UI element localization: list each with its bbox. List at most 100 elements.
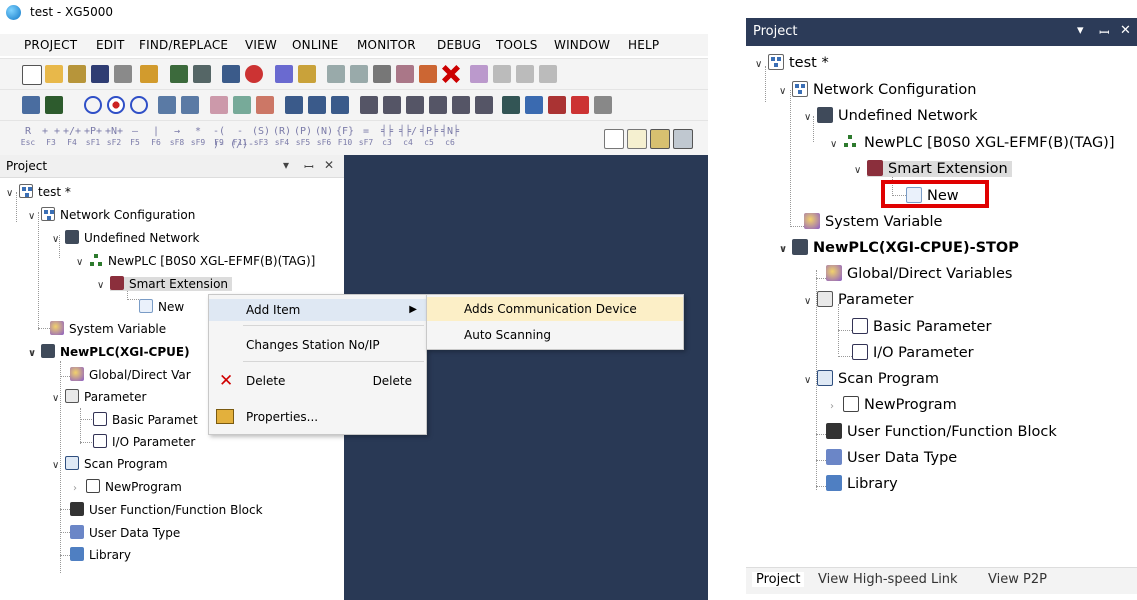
tree-root[interactable]: ∨ test * — [6, 182, 71, 202]
paste-icon[interactable] — [419, 65, 437, 83]
view-table-icon[interactable] — [650, 129, 670, 149]
diagnosis-icon[interactable] — [502, 96, 520, 114]
connect-icon[interactable] — [193, 65, 211, 83]
tree-global-variables[interactable]: Global/Direct Variables — [826, 261, 1012, 287]
chevron-down-icon[interactable]: ∨ — [804, 289, 814, 315]
properties-icon[interactable] — [140, 65, 158, 83]
tab-project[interactable]: Project — [752, 572, 805, 587]
menu-monitor[interactable]: MONITOR — [357, 38, 416, 52]
tree-basic-parameter[interactable]: Basic Paramet — [93, 410, 198, 430]
chevron-down-icon[interactable]: ∨ — [854, 158, 864, 184]
tree-newplc-network[interactable]: ∨ NewPLC [B0S0 XGL-EFMF(B)(TAG)] — [76, 251, 315, 271]
chevron-down-icon[interactable]: ∨ — [28, 207, 38, 227]
chevron-down-icon[interactable]: ∨ — [755, 52, 765, 78]
view-list-icon[interactable] — [673, 129, 693, 149]
menu-find-replace[interactable]: FIND/REPLACE — [139, 38, 228, 52]
menu-debug[interactable]: DEBUG — [437, 38, 481, 52]
menu-tools[interactable]: TOOLS — [496, 38, 538, 52]
fkey-sf3[interactable]: (S) sF3 — [251, 125, 271, 148]
online-connect-icon[interactable] — [22, 96, 40, 114]
menu-window[interactable]: WINDOW — [554, 38, 610, 52]
print-icon[interactable] — [114, 65, 132, 83]
fkey-esc[interactable]: R Esc — [18, 125, 38, 148]
fkey-sf7[interactable]: = sF7 — [356, 125, 376, 148]
tree-user-data-type[interactable]: User Data Type — [826, 445, 957, 471]
chevron-down-icon[interactable]: ∨ — [52, 389, 62, 409]
record-icon[interactable] — [245, 65, 263, 83]
tree-scan-program[interactable]: ∨ Scan Program — [52, 454, 168, 474]
panel-close-icon[interactable]: ✕ — [1120, 23, 1131, 38]
fkey-f6[interactable]: | F6 — [146, 125, 166, 148]
fkey-sf5[interactable]: (P) sF5 — [293, 125, 313, 148]
menu-item-auto-scanning[interactable]: Auto Scanning — [427, 323, 683, 347]
save-icon[interactable] — [91, 65, 109, 83]
menu-item-changes-station[interactable]: Changes Station No/IP — [209, 334, 426, 356]
view-icon[interactable] — [604, 129, 624, 149]
monitor-icon[interactable] — [222, 65, 240, 83]
device-monitor-icon[interactable] — [429, 96, 447, 114]
tab-view-high-speed-link[interactable]: View High-speed Link — [818, 572, 958, 587]
fkey-c4[interactable]: ╡╞/c4 — [398, 125, 418, 148]
tree-io-parameter[interactable]: I/O Parameter — [852, 340, 974, 366]
tree-library[interactable]: Library — [826, 471, 898, 497]
fkey-sf1[interactable]: +P+ sF1 — [83, 125, 103, 148]
write-icon[interactable] — [181, 96, 199, 114]
insert-icon[interactable] — [470, 65, 488, 83]
compare-icon[interactable] — [210, 96, 228, 114]
tab-view-p2p[interactable]: View P2P — [988, 572, 1047, 587]
chevron-down-icon[interactable]: ∨ — [52, 456, 62, 476]
menu-project[interactable]: PROJECT — [24, 38, 77, 52]
io-info-icon[interactable] — [452, 96, 470, 114]
chevron-down-icon[interactable]: ∨ — [804, 105, 814, 131]
new-file-icon[interactable] — [22, 65, 42, 85]
chevron-down-icon[interactable]: ∨ — [76, 253, 86, 273]
tree-global-variables[interactable]: Global/Direct Var — [70, 365, 191, 385]
chevron-down-icon[interactable]: ∨ — [804, 368, 814, 394]
tree-library[interactable]: Library — [70, 545, 131, 565]
fkey-sf9[interactable]: * sF9 — [188, 125, 208, 148]
view-comment-icon[interactable] — [627, 129, 647, 149]
monitor-start-icon[interactable] — [285, 96, 303, 114]
copy-rung-icon[interactable] — [493, 65, 511, 83]
tree-undefined-network[interactable]: ∨ Undefined Network — [52, 228, 199, 248]
redo-icon[interactable] — [350, 65, 368, 83]
tree-new[interactable]: New — [139, 297, 184, 317]
read-icon[interactable] — [158, 96, 176, 114]
tree-newplc[interactable]: ∨ NewPLC(XGI-CPUE) — [28, 342, 190, 362]
system-monitor-icon[interactable] — [406, 96, 424, 114]
monitor-stop-icon[interactable] — [331, 96, 349, 114]
tree-user-function[interactable]: User Function/Function Block — [826, 419, 1057, 445]
menu-help[interactable]: HELP — [628, 38, 659, 52]
fkey-f11[interactable]: -(/)- F11 — [230, 125, 254, 150]
tree-user-function[interactable]: User Function/Function Block — [70, 500, 263, 520]
undo-icon[interactable] — [327, 65, 345, 83]
network-icon[interactable] — [170, 65, 188, 83]
tree-system-variable[interactable]: System Variable — [50, 319, 166, 339]
open-folder-icon[interactable] — [45, 65, 63, 83]
tree-parameter[interactable]: ∨ Parameter — [52, 387, 146, 407]
tree-newplc-network[interactable]: ∨ NewPLC [B0S0 XGL-EFMF(B)(TAG)] — [830, 130, 1115, 156]
tree-root[interactable]: ∨ test * — [755, 50, 829, 76]
menu-item-adds-communication-device[interactable]: Adds Communication Device — [427, 297, 683, 321]
fkey-f10[interactable]: {F} F10 — [335, 125, 355, 148]
error-log-icon[interactable] — [571, 96, 589, 114]
panel-close-icon[interactable]: ✕ — [324, 158, 334, 172]
copy-icon[interactable] — [396, 65, 414, 83]
panel-pin-icon[interactable]: ꟷ — [1099, 23, 1110, 41]
tree-system-variable[interactable]: System Variable — [804, 209, 942, 235]
plc-icon[interactable] — [45, 96, 63, 114]
fkey-f9[interactable]: -( )- F9 — [209, 125, 229, 150]
tree-new-program[interactable]: › NewProgram — [73, 477, 182, 497]
tree-user-data-type[interactable]: User Data Type — [70, 523, 180, 543]
delete-rung-icon[interactable] — [539, 65, 557, 83]
tree-smart-extension[interactable]: ∨ Smart Extension — [854, 156, 1012, 182]
scan-time-icon[interactable] — [525, 96, 543, 114]
reset-icon[interactable] — [233, 96, 251, 114]
chevron-down-icon[interactable]: ∨ — [779, 79, 789, 105]
menu-edit[interactable]: EDIT — [96, 38, 125, 52]
tree-basic-parameter[interactable]: Basic Parameter — [852, 314, 991, 340]
fkey-c6[interactable]: ╡N╞ c6 — [440, 125, 460, 148]
tree-newplc[interactable]: ∨ NewPLC(XGI-CPUE)-STOP — [779, 235, 1019, 261]
menu-online[interactable]: ONLINE — [292, 38, 338, 52]
panel-dropdown-icon[interactable]: ▾ — [283, 158, 289, 172]
